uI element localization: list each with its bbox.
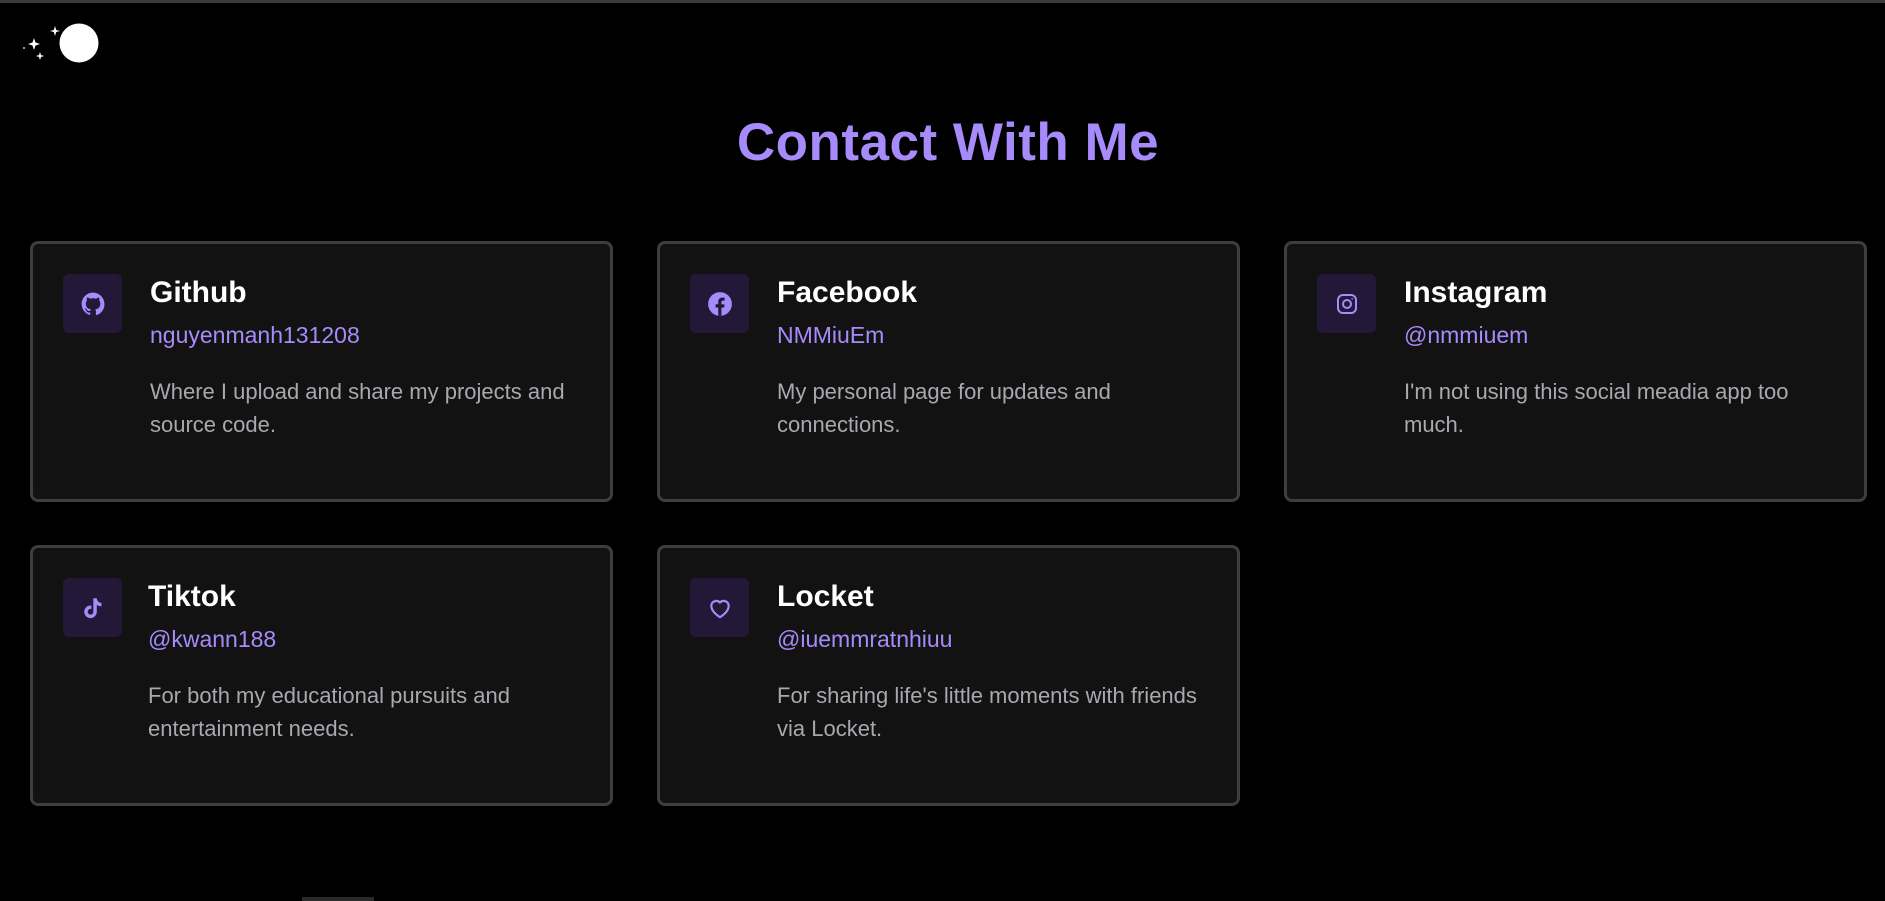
contact-name: Locket bbox=[777, 580, 874, 613]
contact-description: Where I upload and share my projects and… bbox=[150, 379, 565, 437]
page-title: Contact With Me bbox=[736, 113, 1160, 172]
contact-handle[interactable]: NMMiuEm bbox=[777, 321, 1207, 349]
theme-toggle-button[interactable] bbox=[20, 20, 102, 68]
contact-card-facebook[interactable]: Facebook NMMiuEm My personal page for up… bbox=[657, 241, 1240, 502]
contact-name: Github bbox=[150, 276, 247, 309]
contact-card-locket[interactable]: Locket @iuemmratnhiuu For sharing life's… bbox=[657, 545, 1240, 806]
contact-handle[interactable]: nguyenmanh131208 bbox=[150, 321, 580, 349]
contact-description: For both my educational pursuits and ent… bbox=[148, 683, 510, 741]
contact-name: Facebook bbox=[777, 276, 918, 309]
moon-icon bbox=[59, 23, 99, 63]
horizontal-scrollbar-thumb[interactable] bbox=[302, 897, 374, 901]
heart-icon bbox=[690, 578, 749, 637]
contact-handle[interactable]: @nmmiuem bbox=[1404, 321, 1834, 349]
contact-card-instagram[interactable]: Instagram @nmmiuem I'm not using this so… bbox=[1284, 241, 1867, 502]
contact-card-github[interactable]: Github nguyenmanh131208 Where I upload a… bbox=[30, 241, 613, 502]
contact-handle[interactable]: @iuemmratnhiuu bbox=[777, 625, 1207, 653]
contact-handle[interactable]: @kwann188 bbox=[148, 625, 580, 653]
github-icon bbox=[63, 274, 122, 333]
contact-cards-grid: Github nguyenmanh131208 Where I upload a… bbox=[30, 241, 1868, 811]
contact-description: I'm not using this social meadia app too… bbox=[1404, 379, 1789, 437]
contact-description: For sharing life's little moments with f… bbox=[777, 683, 1197, 741]
contact-name: Instagram bbox=[1404, 276, 1548, 309]
sparkles-icon bbox=[23, 23, 99, 63]
instagram-icon bbox=[1317, 274, 1376, 333]
contact-name: Tiktok bbox=[148, 580, 236, 613]
window-top-border bbox=[0, 0, 1885, 3]
contact-card-tiktok[interactable]: Tiktok @kwann188 For both my educational… bbox=[30, 545, 613, 806]
contact-description: My personal page for updates and connect… bbox=[777, 379, 1111, 437]
tiktok-icon bbox=[63, 578, 122, 637]
facebook-icon bbox=[690, 274, 749, 333]
